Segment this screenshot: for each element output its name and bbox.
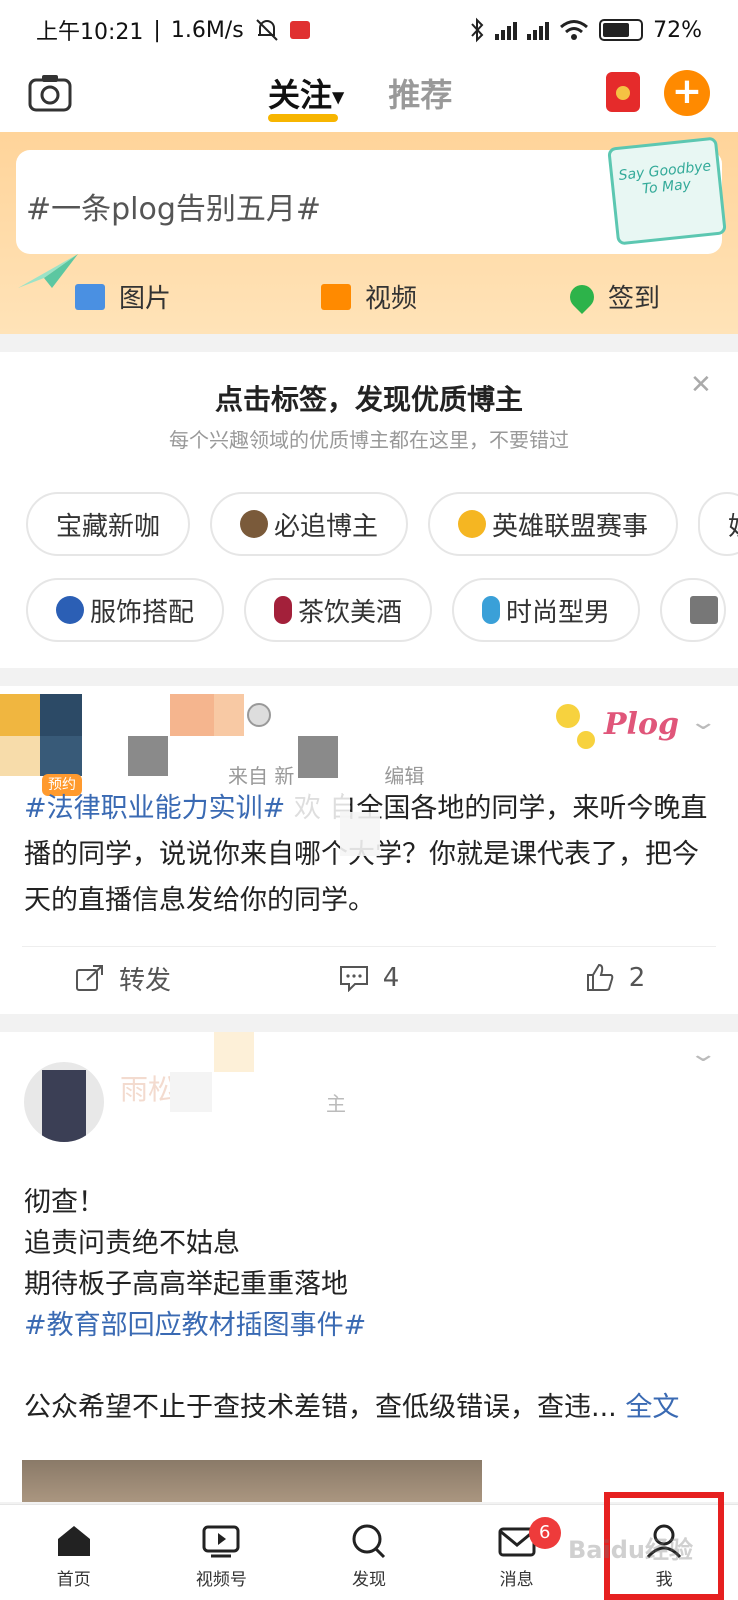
tag-chip[interactable]: 宝藏新咖 (26, 492, 191, 556)
status-separator: | (153, 17, 161, 43)
feed-tabs: 关注▼ 推荐 (268, 70, 452, 122)
post-hashtag[interactable]: #法律职业能力实训# (24, 793, 285, 824)
comment-icon (339, 966, 368, 992)
nav-video-channel[interactable]: 视频号 (148, 1505, 296, 1600)
post-meta: 主 (326, 1092, 346, 1116)
post-hashtag[interactable]: #教育部回应教材插图事件# (24, 1305, 714, 1346)
battery-percent: 72% (653, 17, 702, 43)
read-more-link[interactable]: 全文 (625, 1392, 679, 1423)
camera-icon[interactable] (28, 72, 72, 112)
top-nav: 关注▼ 推荐 + (0, 60, 738, 132)
watermark: Baidu经验 (568, 1536, 693, 1564)
video-icon (320, 283, 351, 310)
tag-chip[interactable] (660, 578, 727, 642)
tab-recommend[interactable]: 推荐 (388, 70, 452, 116)
tag-chip[interactable]: 服饰搭配 (26, 578, 225, 642)
compose-actions: 图片 视频 签到 (0, 278, 738, 315)
medal-icon (247, 703, 271, 727)
cap-icon (56, 596, 84, 624)
tag-chip[interactable]: 茶饮美酒 (244, 578, 433, 642)
like-button[interactable]: 2 (492, 963, 738, 993)
plog-sticker: Plog (548, 692, 682, 760)
post-text: 彻查！ 追责问责绝不姑息 期待板子高高举起重重落地 #教育部回应教材插图事件# … (24, 1182, 714, 1428)
post-actions: 转发 4 2 (0, 948, 738, 1008)
nav-discover[interactable]: 发现 (295, 1505, 443, 1600)
compose-image-button[interactable]: 图片 (0, 278, 246, 315)
image-icon (74, 283, 105, 310)
computer-icon (690, 596, 719, 624)
video-channel-icon (202, 1525, 240, 1558)
dancer-icon (482, 596, 501, 624)
tag-chip[interactable]: 必追博主 (210, 492, 409, 556)
thumbs-up-icon (586, 963, 614, 991)
divider (22, 946, 716, 947)
status-time: 上午10:21 (36, 20, 144, 45)
tag-chip[interactable]: 时尚型男 (452, 578, 641, 642)
feed-post[interactable]: 雨松-刘 主 ⌄ 彻查！ 追责问责绝不姑息 期待板子高高举起重重落地 #教育部回… (0, 1032, 738, 1502)
tab-following[interactable]: 关注▼ (268, 70, 345, 122)
mute-icon (255, 19, 278, 41)
tag-row-1: 宝藏新咖 必追博主 英雄联盟赛事 娱 (26, 492, 738, 556)
tag-row-2: 服饰搭配 茶饮美酒 时尚型男 (26, 578, 727, 642)
app-notification-icon (289, 21, 310, 39)
add-button[interactable]: + (664, 70, 710, 116)
avatar[interactable] (0, 694, 100, 778)
svg-text:Plog: Plog (603, 707, 679, 742)
recommend-subtitle: 每个兴趣领域的优质博主都在这里，不要错过 (169, 428, 569, 452)
chevron-down-icon[interactable]: ⌄ (688, 1042, 718, 1067)
recommend-card: ✕ 点击标签，发现优质博主 每个兴趣领域的优质博主都在这里，不要错过 宝藏新咖 … (0, 352, 738, 668)
signal-icon (495, 20, 518, 40)
goodbye-may-sticker: Say Goodbye To May (607, 136, 727, 246)
compose-checkin-button[interactable]: 签到 (492, 278, 738, 315)
compose-video-button[interactable]: 视频 (246, 278, 492, 315)
signal-icon-2 (527, 20, 550, 40)
avatar[interactable] (24, 1062, 104, 1142)
red-packet-icon[interactable] (606, 72, 640, 112)
tag-chip[interactable]: 英雄联盟赛事 (428, 492, 679, 556)
wifi-icon (560, 20, 589, 40)
fist-icon (458, 510, 487, 538)
wine-glass-icon (274, 596, 293, 624)
battery-icon (599, 19, 644, 41)
status-bar: 上午10:21 | 1.6M/s 72% (0, 0, 738, 60)
caret-down-icon: ▼ (332, 87, 345, 107)
status-network-speed: 1.6M/s (170, 17, 244, 43)
repost-button[interactable]: 转发 (0, 960, 246, 997)
bluetooth-icon (471, 17, 484, 43)
post-image[interactable] (22, 1460, 482, 1502)
location-pin-icon (565, 279, 599, 314)
home-icon (57, 1526, 90, 1556)
nav-home[interactable]: 首页 (0, 1505, 148, 1600)
detective-icon (240, 510, 269, 538)
repost-icon (75, 965, 103, 991)
chevron-down-icon[interactable]: ⌄ (688, 710, 718, 735)
search-icon (352, 1524, 386, 1559)
feed-post[interactable]: 预约 来自 新编辑 Plog ⌄ #法律职业能力实训# 欢 自全国各地的同学，来… (0, 686, 738, 1014)
comment-button[interactable]: 4 (246, 963, 492, 993)
compose-panel: #一条plog告别五月# Say Goodbye To May 图片 视频 签到 (0, 132, 738, 334)
tag-chip[interactable]: 娱 (698, 492, 738, 556)
recommend-title: 点击标签，发现优质博主 (214, 383, 523, 416)
unread-badge: 6 (528, 1517, 561, 1549)
